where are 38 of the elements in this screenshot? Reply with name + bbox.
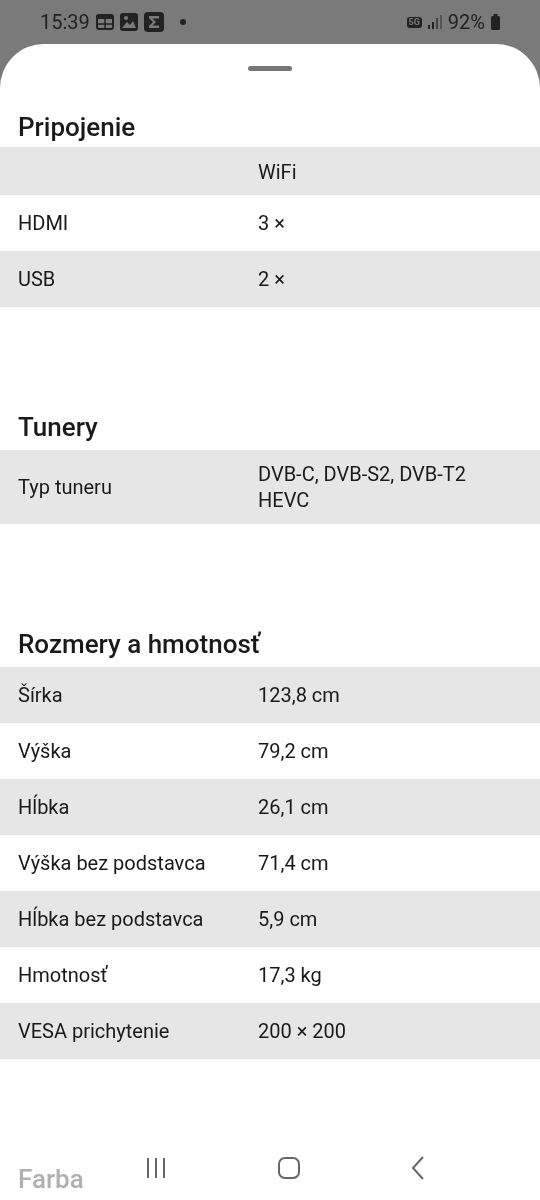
spec-label: USB: [17, 266, 57, 292]
spec-label: Hĺbka: [17, 794, 71, 820]
spec-label: Výška bez podstavca: [17, 850, 207, 876]
spec-value: WiFi: [258, 159, 297, 185]
spec-value: 200 × 200: [258, 1018, 348, 1044]
spec-value: 3 ×: [258, 210, 286, 236]
signal-icon: [427, 15, 442, 29]
spec-label: Výška: [17, 738, 73, 764]
dot-icon: [179, 19, 186, 25]
image-icon: [119, 13, 138, 31]
clock-time: 15:39: [40, 9, 90, 36]
spec-value: 2 ×: [258, 266, 286, 292]
spec-value: 5,9 cm: [258, 906, 319, 932]
back-icon[interactable]: [410, 1156, 425, 1180]
spec-value: 123,8 cm: [258, 682, 341, 708]
spec-value: 71,4 cm: [258, 850, 330, 876]
home-icon[interactable]: [278, 1157, 300, 1179]
spec-label: HDMI: [17, 210, 70, 236]
network-badge: 5G: [406, 16, 422, 28]
spec-value: DVB-C, DVB-S2, DVB-T2 HEVC: [258, 461, 467, 513]
section-heading: Rozmery a hmotnosť: [18, 628, 262, 660]
section-heading: Farba: [18, 1163, 84, 1195]
section-heading: Pripojenie: [18, 111, 137, 143]
spec-label: Hmotnosť: [17, 962, 109, 988]
section-heading: Tunery: [18, 411, 99, 443]
battery-percent: 92%: [447, 9, 485, 36]
drag-handle[interactable]: [248, 66, 292, 71]
calendar-icon: [95, 14, 114, 30]
recent-apps-icon[interactable]: [145, 1157, 168, 1179]
spec-value: 26,1 cm: [258, 794, 330, 820]
spec-label: Šírka: [17, 682, 64, 708]
spec-value: 17,3 kg: [258, 962, 323, 988]
spec-label: Typ tuneru: [17, 474, 113, 500]
spec-value: 79,2 cm: [258, 738, 330, 764]
sigma-icon: [143, 12, 164, 32]
spec-label: Hĺbka bez podstavca: [17, 906, 205, 932]
spec-label: VESA prichytenie: [17, 1018, 171, 1044]
battery-icon: [491, 14, 500, 30]
